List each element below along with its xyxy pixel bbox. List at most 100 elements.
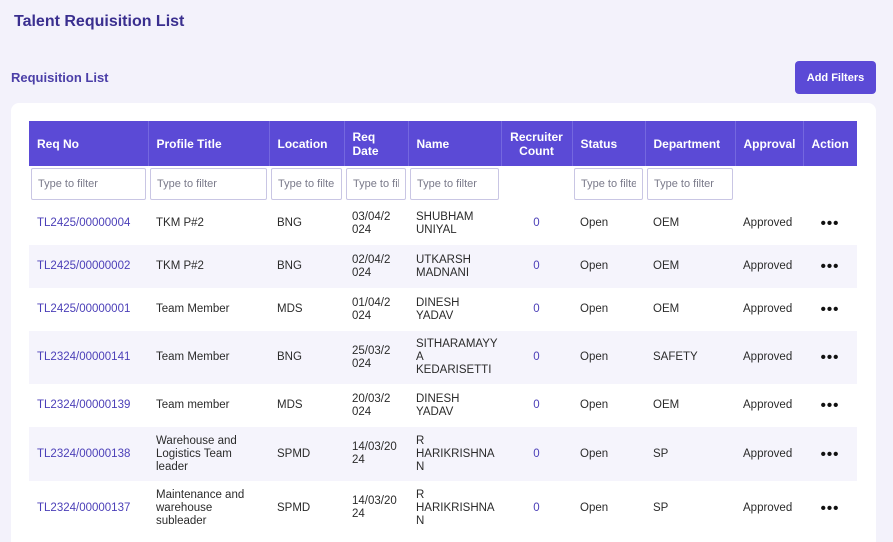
col-header-location[interactable]: Location (269, 121, 345, 166)
profile-title-cell: Team member (148, 384, 269, 427)
status-cell: Open (572, 288, 645, 331)
action-menu-icon[interactable]: ••• (803, 427, 857, 481)
approval-cell: Approved (735, 202, 803, 245)
add-filters-button[interactable]: Add Filters (795, 61, 876, 94)
approval-cell: Approved (735, 331, 803, 384)
approval-cell: Approved (735, 288, 803, 331)
table-row: TL2324/00000139 Team member MDS 20/03/2 024… (29, 384, 857, 427)
profile-title-cell: TKM P#2 (148, 202, 269, 245)
department-cell: SP (645, 427, 735, 481)
filter-name-input[interactable] (410, 168, 499, 200)
name-cell: SHUBHAM UNIYAL (408, 202, 501, 245)
recruiter-count-link[interactable]: 0 (501, 384, 572, 427)
page-title: Talent Requisition List (14, 13, 185, 30)
col-header-department[interactable]: Department (645, 121, 736, 166)
col-header-name[interactable]: Name (408, 121, 502, 166)
location-cell: MDS (269, 384, 344, 427)
approval-cell: Approved (735, 427, 803, 481)
status-cell: Open (572, 245, 645, 288)
status-cell: Open (572, 331, 645, 384)
req-no-link[interactable]: TL2324/00000137 (29, 481, 148, 535)
req-date-cell: 25/03/2 024 (344, 331, 408, 384)
req-date-cell: 03/04/2 024 (344, 202, 408, 245)
col-header-status[interactable]: Status (572, 121, 646, 166)
req-date-cell: 01/04/2 024 (344, 288, 408, 331)
req-no-link[interactable]: TL2324/00000138 (29, 427, 148, 481)
name-cell: DINESH YADAV (408, 384, 501, 427)
name-cell: UTKARSH MADNANI (408, 245, 501, 288)
recruiter-count-link[interactable]: 0 (501, 427, 572, 481)
col-header-approval[interactable]: Approval (735, 121, 804, 166)
name-cell: R HARIKRISHNA N (408, 427, 501, 481)
table-row: TL2324/00000141 Team Member BNG 25/03/2 024… (29, 331, 857, 384)
table-row: TL2324/00000137 Maintenance and warehouse… (29, 481, 857, 535)
section-title: Requisition List (11, 70, 109, 85)
location-cell: MDS (269, 288, 344, 331)
location-cell: SPMD (269, 481, 344, 535)
location-cell: BNG (269, 202, 344, 245)
status-cell: Open (572, 481, 645, 535)
filter-profile-title-input[interactable] (150, 168, 267, 200)
req-no-link[interactable]: TL2324/00000139 (29, 384, 148, 427)
action-menu-icon[interactable]: ••• (803, 384, 857, 427)
action-menu-icon[interactable]: ••• (803, 202, 857, 245)
department-cell: SP (645, 481, 735, 535)
profile-title-cell: Warehouse and Logistics Team leader (148, 427, 269, 481)
status-cell: Open (572, 202, 645, 245)
location-cell: SPMD (269, 427, 344, 481)
req-no-link[interactable]: TL2425/00000001 (29, 288, 148, 331)
col-header-recruiter-count[interactable]: Recruiter Count (501, 121, 573, 166)
name-cell: DINESH YADAV (408, 288, 501, 331)
department-cell: OEM (645, 288, 735, 331)
department-cell: OEM (645, 245, 735, 288)
department-cell: SAFETY (645, 331, 735, 384)
req-no-link[interactable]: TL2324/00000141 (29, 331, 148, 384)
name-cell: SITHARAMAYY A KEDARISETTI (408, 331, 501, 384)
header-row: Req No Profile Title Location Req Date N… (29, 121, 857, 166)
table-row: TL2425/00000001 Team Member MDS 01/04/2 024… (29, 288, 857, 331)
recruiter-count-link[interactable]: 0 (501, 331, 572, 384)
req-no-link[interactable]: TL2425/00000004 (29, 202, 148, 245)
req-no-link[interactable]: TL2425/00000002 (29, 245, 148, 288)
col-header-profile-title[interactable]: Profile Title (148, 121, 270, 166)
department-cell: OEM (645, 384, 735, 427)
req-date-cell: 02/04/2 024 (344, 245, 408, 288)
profile-title-cell: Team Member (148, 331, 269, 384)
profile-title-cell: Maintenance and warehouse subleader (148, 481, 269, 535)
recruiter-count-link[interactable]: 0 (501, 288, 572, 331)
table-row: TL2324/00000138 Warehouse and Logistics T… (29, 427, 857, 481)
filter-req-date-input[interactable] (346, 168, 406, 200)
action-menu-icon[interactable]: ••• (803, 288, 857, 331)
approval-cell: Approved (735, 384, 803, 427)
col-header-action: Action (803, 121, 857, 166)
status-cell: Open (572, 427, 645, 481)
table-row: TL2425/00000004 TKM P#2 BNG 03/04/2 024 SHUB… (29, 202, 857, 245)
action-menu-icon[interactable]: ••• (803, 331, 857, 384)
filter-status-input[interactable] (574, 168, 643, 200)
col-header-req-no[interactable]: Req No (29, 121, 149, 166)
profile-title-cell: TKM P#2 (148, 245, 269, 288)
department-cell: OEM (645, 202, 735, 245)
req-date-cell: 14/03/20 24 (344, 427, 408, 481)
filter-req-no-input[interactable] (31, 168, 146, 200)
recruiter-count-link[interactable]: 0 (501, 245, 572, 288)
approval-cell: Approved (735, 245, 803, 288)
req-date-cell: 14/03/20 24 (344, 481, 408, 535)
status-cell: Open (572, 384, 645, 427)
col-header-req-date[interactable]: Req Date (344, 121, 409, 166)
table-row: TL2425/00000002 TKM P#2 BNG 02/04/2 024 UTKA… (29, 245, 857, 288)
location-cell: BNG (269, 331, 344, 384)
recruiter-count-link[interactable]: 0 (501, 202, 572, 245)
approval-cell: Approved (735, 481, 803, 535)
profile-title-cell: Team Member (148, 288, 269, 331)
action-menu-icon[interactable]: ••• (803, 481, 857, 535)
filter-department-input[interactable] (647, 168, 733, 200)
location-cell: BNG (269, 245, 344, 288)
filter-row (29, 166, 857, 202)
recruiter-count-link[interactable]: 0 (501, 481, 572, 535)
filter-location-input[interactable] (271, 168, 342, 200)
name-cell: R HARIKRISHNA N (408, 481, 501, 535)
requisition-table: Req No Profile Title Location Req Date N… (29, 121, 857, 535)
req-date-cell: 20/03/2 024 (344, 384, 408, 427)
action-menu-icon[interactable]: ••• (803, 245, 857, 288)
